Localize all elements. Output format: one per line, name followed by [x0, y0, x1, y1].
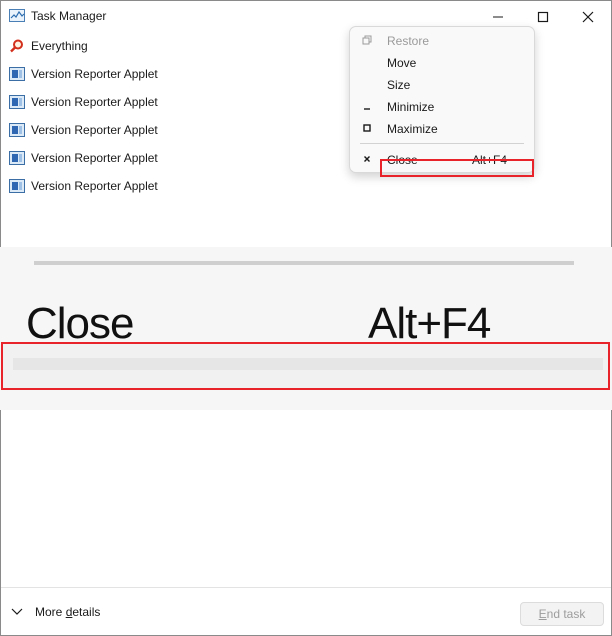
zoom-annotation-highlight-box [1, 342, 610, 390]
minimize-icon [493, 16, 503, 17]
applet-icon [9, 151, 25, 165]
menu-item-move[interactable]: Move [350, 51, 534, 73]
zoom-menu-separator [34, 261, 574, 265]
more-details-label: More details [35, 605, 100, 619]
footer-bar: More details End task [1, 587, 611, 635]
more-details-prefix: More [35, 605, 66, 619]
system-context-menu: Restore Move Size Minimize Maximize Clos… [349, 26, 535, 173]
more-details-suffix: etails [72, 605, 101, 619]
restore-icon [362, 35, 372, 45]
close-window-button[interactable] [565, 1, 611, 32]
minimize-icon [362, 101, 372, 111]
process-row[interactable]: Version Reporter Applet [1, 116, 341, 144]
applet-icon [9, 95, 25, 109]
end-task-suffix: nd task [546, 607, 586, 621]
chevron-down-icon [11, 608, 23, 615]
task-manager-app-icon [9, 9, 25, 22]
applet-icon [9, 67, 25, 81]
process-name: Version Reporter Applet [31, 67, 158, 81]
more-details-toggle[interactable]: More details [11, 605, 100, 619]
window-title: Task Manager [31, 9, 107, 23]
end-task-button[interactable]: End task [520, 602, 604, 626]
process-row[interactable]: Version Reporter Applet [1, 60, 341, 88]
close-icon [362, 154, 372, 164]
end-task-access-key: E [538, 607, 547, 621]
zoom-hover-bar [13, 358, 603, 370]
magnifier-icon [10, 39, 23, 53]
maximize-icon [362, 123, 372, 133]
process-name: Version Reporter Applet [31, 151, 158, 165]
applet-icon [9, 123, 25, 137]
process-name: Version Reporter Applet [31, 179, 158, 193]
menu-item-size[interactable]: Size [350, 73, 534, 95]
process-row[interactable]: Version Reporter Applet [1, 144, 341, 172]
menu-item-restore[interactable]: Restore [350, 29, 534, 51]
menu-item-minimize[interactable]: Minimize [350, 95, 534, 117]
maximize-icon [537, 11, 549, 22]
menu-separator [360, 143, 524, 144]
close-icon [582, 11, 594, 22]
process-row[interactable]: Everything [1, 32, 341, 60]
applet-icon [9, 179, 25, 193]
process-name: Version Reporter Applet [31, 95, 158, 109]
process-name: Version Reporter Applet [31, 123, 158, 137]
menu-item-label: Minimize [387, 100, 435, 114]
menu-item-maximize[interactable]: Maximize [350, 117, 534, 139]
zoom-inset: Close Alt+F4 [0, 247, 612, 410]
process-row[interactable]: Version Reporter Applet [1, 172, 341, 200]
menu-item-label: Maximize [387, 122, 438, 136]
process-row[interactable]: Version Reporter Applet [1, 88, 341, 116]
process-name: Everything [31, 39, 88, 53]
menu-item-label: Size [387, 78, 411, 92]
annotation-highlight-box [380, 159, 534, 177]
menu-item-label: Move [387, 56, 417, 70]
menu-item-label: Restore [387, 34, 430, 48]
